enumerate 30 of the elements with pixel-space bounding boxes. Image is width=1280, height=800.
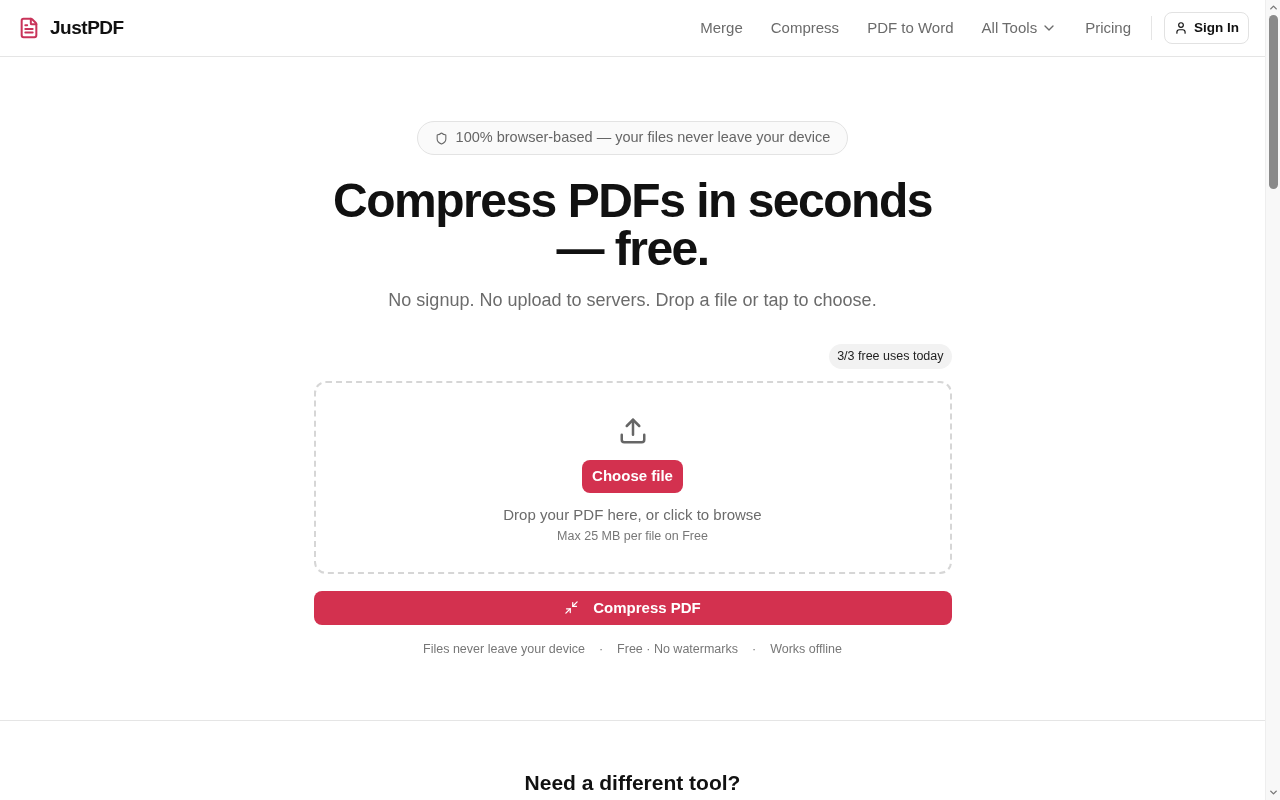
- user-icon: [1174, 21, 1188, 35]
- sign-in-button[interactable]: Sign In: [1164, 12, 1249, 44]
- usage-counter: 3/3 free uses today: [829, 344, 952, 369]
- shrink-arrows-icon: [564, 600, 580, 616]
- subtitle: No signup. No upload to servers. Drop a file or tap to choose.: [388, 289, 877, 312]
- nav-link[interactable]: PDF to Word: [867, 16, 954, 40]
- size-limit: Max 25 MB per file on Free: [557, 528, 708, 546]
- shield-icon: [434, 131, 448, 145]
- scrollbar-thumb[interactable]: [1268, 15, 1278, 189]
- feature-text: Free · No watermarks: [617, 640, 738, 658]
- separator-dot: ·: [751, 640, 757, 658]
- logo-text[interactable]: JustPDF: [50, 13, 124, 43]
- section-title: Need a different tool?: [524, 770, 741, 795]
- feature-text: Works offline: [770, 640, 842, 658]
- document-icon: [18, 17, 40, 39]
- scrollbar[interactable]: [1265, 0, 1280, 800]
- badge-text: 100% browser-based — your files never leave your device: [455, 128, 831, 148]
- nav-link[interactable]: Merge: [700, 16, 743, 40]
- scroll-up-icon[interactable]: [1267, 2, 1279, 13]
- nav-link[interactable]: Compress: [770, 16, 840, 40]
- feature-text: Files never leave your device: [423, 640, 585, 658]
- nav-link[interactable]: Pricing: [1085, 16, 1131, 40]
- choose-file-button[interactable]: Choose file: [582, 459, 683, 493]
- page-title: Compress PDFs in seconds — free.: [332, 177, 933, 273]
- scroll-down-icon[interactable]: [1267, 787, 1279, 798]
- compress-button[interactable]: Compress PDF: [313, 590, 952, 625]
- drop-zone[interactable]: Choose file Drop your PDF here, or click to browse Max 25 MB per file on Free: [313, 380, 952, 574]
- drop-hint: Drop your PDF here, or click to browse: [503, 504, 762, 525]
- separator-dot: ·: [598, 640, 604, 658]
- nav-dropdown[interactable]: All Tools: [981, 16, 1058, 40]
